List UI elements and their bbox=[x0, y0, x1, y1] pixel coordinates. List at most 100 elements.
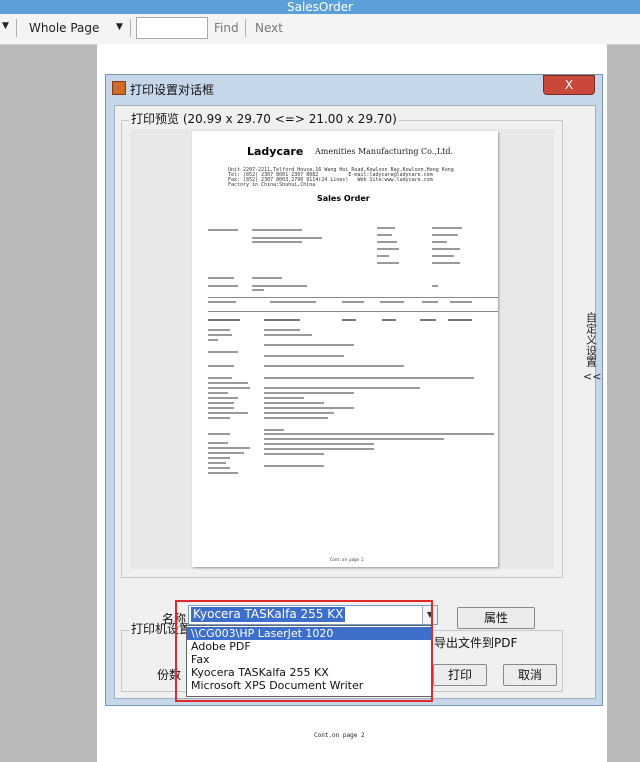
doc-text-line bbox=[377, 255, 389, 257]
doc-text-line bbox=[208, 377, 232, 379]
doc-text-line bbox=[432, 241, 447, 243]
find-button[interactable]: Find bbox=[214, 21, 239, 35]
doc-text-line bbox=[208, 301, 236, 303]
doc-text-line bbox=[208, 387, 250, 389]
chevron-down-icon[interactable]: ▼ bbox=[116, 22, 123, 32]
doc-text-line bbox=[264, 417, 328, 419]
doc-text-line bbox=[208, 442, 228, 444]
preview-viewport[interactable]: Ladycare Amenities Manufacturing Co.,Ltd… bbox=[130, 129, 554, 569]
doc-text-line bbox=[208, 467, 230, 469]
doc-text-line bbox=[208, 452, 244, 454]
chevron-left-icon: << bbox=[583, 370, 602, 383]
toolbar-separator bbox=[16, 19, 17, 37]
doc-text-line bbox=[208, 417, 230, 419]
doc-text-line bbox=[264, 334, 312, 336]
custom-settings-tab[interactable]: 自定义设置 << bbox=[583, 312, 602, 383]
doc-text-line bbox=[448, 319, 472, 321]
doc-text-line bbox=[208, 334, 232, 336]
doc-text-line bbox=[432, 285, 438, 287]
doc-text-line bbox=[264, 392, 354, 394]
doc-text-line bbox=[264, 387, 420, 389]
close-button[interactable]: X bbox=[543, 75, 595, 95]
print-button[interactable]: 打印 bbox=[433, 664, 487, 686]
doc-text-line bbox=[208, 472, 238, 474]
doc-text-line bbox=[264, 448, 374, 450]
doc-text-line bbox=[432, 262, 460, 264]
doc-text-line bbox=[450, 301, 472, 303]
doc-text-line bbox=[264, 355, 344, 357]
doc-text-line bbox=[377, 227, 395, 229]
toolbar-separator bbox=[245, 19, 246, 37]
doc-text-line bbox=[264, 329, 300, 331]
doc-text-line bbox=[432, 234, 458, 236]
doc-text-line bbox=[270, 301, 316, 303]
export-pdf-option[interactable]: 导出文件到PDF bbox=[434, 634, 517, 651]
doc-text-line bbox=[432, 255, 454, 257]
doc-text-line bbox=[264, 433, 494, 435]
doc-text-line bbox=[264, 344, 354, 346]
toolbar-separator bbox=[130, 19, 131, 37]
document-footer: Cont.on page 2 bbox=[330, 557, 364, 562]
doc-text-line bbox=[208, 392, 228, 394]
doc-text-line bbox=[208, 433, 230, 435]
doc-text-line bbox=[422, 301, 438, 303]
doc-text-line bbox=[208, 382, 248, 384]
doc-text-line bbox=[252, 285, 307, 287]
doc-text-line bbox=[264, 453, 324, 455]
report-toolbar: ▼ Whole Page ▼ Find Next bbox=[0, 14, 640, 45]
doc-text-line bbox=[377, 234, 392, 236]
doc-text-line bbox=[264, 402, 324, 404]
doc-text-line bbox=[208, 407, 234, 409]
highlight-annotation-box bbox=[175, 600, 433, 702]
doc-text-line bbox=[252, 241, 302, 243]
dialog-title: 打印设置对话框 bbox=[130, 83, 215, 97]
cancel-button[interactable]: 取消 bbox=[503, 664, 557, 686]
page-footer: Cont.on page 2 bbox=[314, 732, 365, 739]
doc-text-line bbox=[264, 465, 324, 467]
doc-text-line bbox=[264, 365, 404, 367]
close-icon: X bbox=[564, 78, 574, 92]
doc-rule bbox=[208, 297, 498, 298]
doc-text-line bbox=[208, 285, 238, 287]
doc-text-line bbox=[208, 402, 234, 404]
doc-text-line bbox=[208, 329, 230, 331]
properties-button[interactable]: 属性 bbox=[457, 607, 535, 629]
document-address: Unit 2207-2211,Telford House,16 Wang Hoi… bbox=[228, 167, 454, 188]
doc-text-line bbox=[342, 319, 356, 321]
doc-text-line bbox=[208, 319, 240, 321]
doc-text-line bbox=[264, 429, 284, 431]
window-title: SalesOrder bbox=[286, 0, 354, 14]
doc-text-line bbox=[377, 248, 399, 250]
doc-text-line bbox=[208, 412, 248, 414]
doc-text-line bbox=[432, 248, 460, 250]
doc-text-line bbox=[420, 319, 436, 321]
next-button[interactable]: Next bbox=[255, 21, 283, 35]
zoom-select[interactable]: Whole Page bbox=[29, 21, 99, 35]
doc-text-line bbox=[382, 319, 396, 321]
find-input[interactable] bbox=[136, 17, 208, 39]
doc-rule bbox=[208, 311, 498, 312]
doc-text-line bbox=[208, 462, 226, 464]
document-title: Sales Order bbox=[317, 194, 370, 203]
window-title-bar: SalesOrder bbox=[0, 0, 640, 14]
doc-text-line bbox=[252, 277, 282, 279]
print-preview-group: Ladycare Amenities Manufacturing Co.,Ltd… bbox=[121, 120, 563, 578]
doc-text-line bbox=[208, 447, 250, 449]
printer-icon bbox=[112, 81, 126, 95]
doc-text-line bbox=[208, 229, 238, 231]
chevron-down-icon[interactable]: ▼ bbox=[2, 21, 9, 31]
doc-text-line bbox=[252, 229, 302, 231]
doc-text-line bbox=[252, 237, 322, 239]
doc-text-line bbox=[208, 365, 234, 367]
doc-text-line bbox=[252, 289, 264, 291]
doc-text-line bbox=[377, 241, 397, 243]
doc-text-line bbox=[264, 397, 304, 399]
doc-text-line bbox=[208, 397, 238, 399]
doc-text-line bbox=[380, 301, 404, 303]
doc-text-line bbox=[264, 438, 444, 440]
doc-text-line bbox=[264, 377, 474, 379]
document-company-name: Amenities Manufacturing Co.,Ltd. bbox=[315, 147, 454, 156]
doc-text-line bbox=[264, 319, 300, 321]
doc-text-line bbox=[342, 301, 364, 303]
preview-document-page: Ladycare Amenities Manufacturing Co.,Ltd… bbox=[192, 131, 498, 567]
